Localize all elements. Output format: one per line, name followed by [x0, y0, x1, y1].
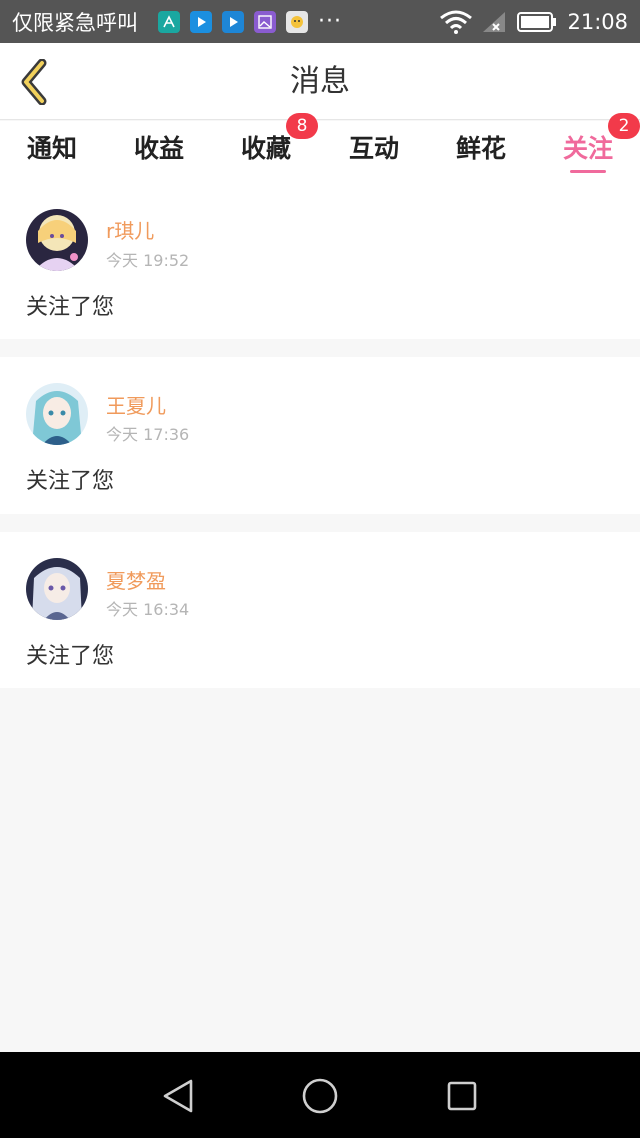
tab-label: 鲜花	[455, 134, 506, 163]
more-notifications-icon: ···	[318, 8, 342, 34]
favorites-badge: 8	[286, 113, 318, 139]
message-time: 今天 17:36	[106, 425, 190, 444]
wifi-icon	[439, 10, 473, 34]
list-item[interactable]: 夏梦盈 今天 16:34 关注了您	[0, 532, 640, 688]
message-time: 今天 16:34	[106, 600, 190, 619]
avatar[interactable]	[26, 383, 88, 445]
navigation-bar	[0, 1052, 640, 1138]
tab-label: 关注	[562, 134, 613, 163]
list-item[interactable]: r琪儿 今天 19:52 关注了您	[0, 179, 640, 339]
app-notification-icon	[158, 10, 180, 33]
page-title: 消息	[290, 64, 350, 99]
video-icon	[222, 10, 244, 33]
tab-favorites[interactable]: 收藏 8	[220, 113, 318, 179]
avatar[interactable]	[26, 209, 88, 271]
tab-label: 通知	[26, 134, 77, 163]
message-text: 关注了您	[26, 469, 115, 494]
notification-icons: ···	[148, 8, 342, 34]
list-item[interactable]: 王夏儿 今天 17:36 关注了您	[0, 357, 640, 514]
tab-label: 收益	[133, 134, 184, 163]
home-circle-icon	[302, 1078, 338, 1114]
user-name[interactable]: 王夏儿	[106, 390, 166, 419]
avatar[interactable]	[26, 558, 88, 620]
message-tabs: 通知 收益 收藏 8 互动 鲜花 关注 2	[0, 113, 640, 179]
user-name[interactable]: r琪儿	[106, 215, 154, 244]
title-bar: 消息	[0, 43, 640, 120]
carrier-text: 仅限紧急呼叫	[12, 10, 138, 35]
nav-home-button[interactable]	[298, 1074, 342, 1118]
back-triangle-icon	[163, 1079, 193, 1113]
tab-following[interactable]: 关注 2	[542, 113, 640, 179]
gallery-icon	[254, 10, 276, 33]
message-time: 今天 19:52	[106, 251, 190, 270]
tab-flowers[interactable]: 鲜花	[435, 121, 527, 179]
tab-label: 收藏	[240, 134, 291, 163]
nav-back-button[interactable]	[156, 1074, 200, 1118]
message-text: 关注了您	[26, 295, 115, 320]
active-tab-indicator	[570, 170, 606, 173]
nav-recents-button[interactable]	[440, 1074, 484, 1118]
status-bar: 仅限紧急呼叫 ··· 21:08	[0, 0, 640, 43]
following-badge: 2	[608, 113, 640, 139]
tab-label: 互动	[348, 134, 399, 163]
user-name[interactable]: 夏梦盈	[106, 565, 166, 594]
clock: 21:08	[567, 9, 628, 34]
recents-square-icon	[447, 1081, 477, 1111]
message-text: 关注了您	[26, 644, 115, 669]
signal-icon	[481, 10, 507, 34]
video-icon	[190, 10, 212, 33]
system-status: 21:08	[439, 10, 628, 34]
tab-interactions[interactable]: 互动	[328, 121, 420, 179]
chat-icon	[286, 10, 308, 33]
tab-notifications[interactable]: 通知	[6, 121, 98, 179]
tab-earnings[interactable]: 收益	[113, 121, 205, 179]
battery-icon	[517, 11, 557, 33]
